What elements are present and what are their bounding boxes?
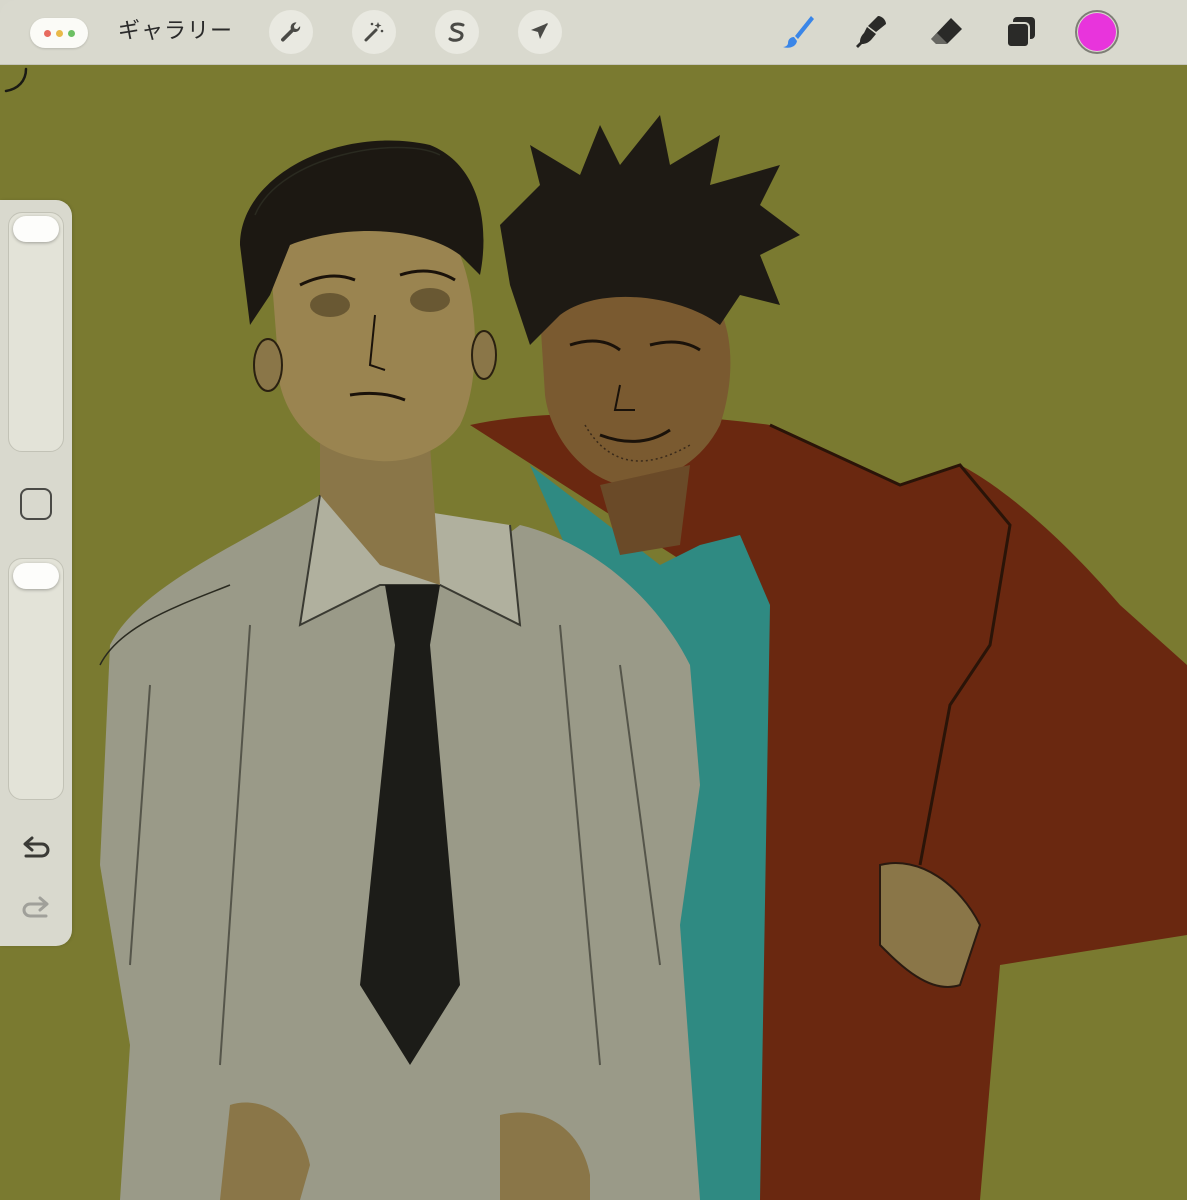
redo-icon xyxy=(22,896,49,918)
brush-tool-button[interactable] xyxy=(776,10,820,54)
selection-s-icon xyxy=(448,22,465,42)
yellow-dot xyxy=(55,29,63,37)
current-color-swatch xyxy=(1078,13,1116,51)
undo-icon xyxy=(23,836,50,858)
redo-button[interactable] xyxy=(18,892,54,928)
transform-button[interactable] xyxy=(518,10,562,54)
red-dot xyxy=(43,29,51,37)
modify-button[interactable] xyxy=(20,488,52,520)
eraser-tool-button[interactable] xyxy=(925,10,969,54)
actions-button[interactable] xyxy=(269,10,313,54)
wrench-icon xyxy=(281,22,301,42)
green-dot xyxy=(67,29,75,37)
brush-size-slider[interactable] xyxy=(8,212,64,452)
opacity-thumb[interactable] xyxy=(13,563,59,589)
layers-icon xyxy=(1006,17,1035,48)
selection-button[interactable] xyxy=(435,10,479,54)
artwork xyxy=(0,65,1187,1200)
brush-size-thumb[interactable] xyxy=(13,216,59,242)
layers-button[interactable] xyxy=(999,10,1043,54)
drawing-canvas[interactable] xyxy=(0,65,1187,1200)
brush-icon xyxy=(783,16,814,48)
eraser-icon xyxy=(931,18,962,44)
undo-button[interactable] xyxy=(18,832,54,868)
opacity-slider[interactable] xyxy=(8,558,64,800)
magic-wand-icon xyxy=(364,22,384,42)
smudge-tool-button[interactable] xyxy=(850,10,894,54)
arrow-cursor-icon xyxy=(531,23,548,39)
top-toolbar: ギャラリー xyxy=(0,0,1187,65)
adjustments-button[interactable] xyxy=(352,10,396,54)
window-menu-button[interactable] xyxy=(30,18,88,48)
left-sidebar xyxy=(0,200,72,946)
gallery-button[interactable]: ギャラリー xyxy=(118,16,233,48)
smudge-icon xyxy=(856,16,886,48)
color-picker-button[interactable] xyxy=(1075,10,1119,54)
resize-corner-icon xyxy=(4,67,28,93)
